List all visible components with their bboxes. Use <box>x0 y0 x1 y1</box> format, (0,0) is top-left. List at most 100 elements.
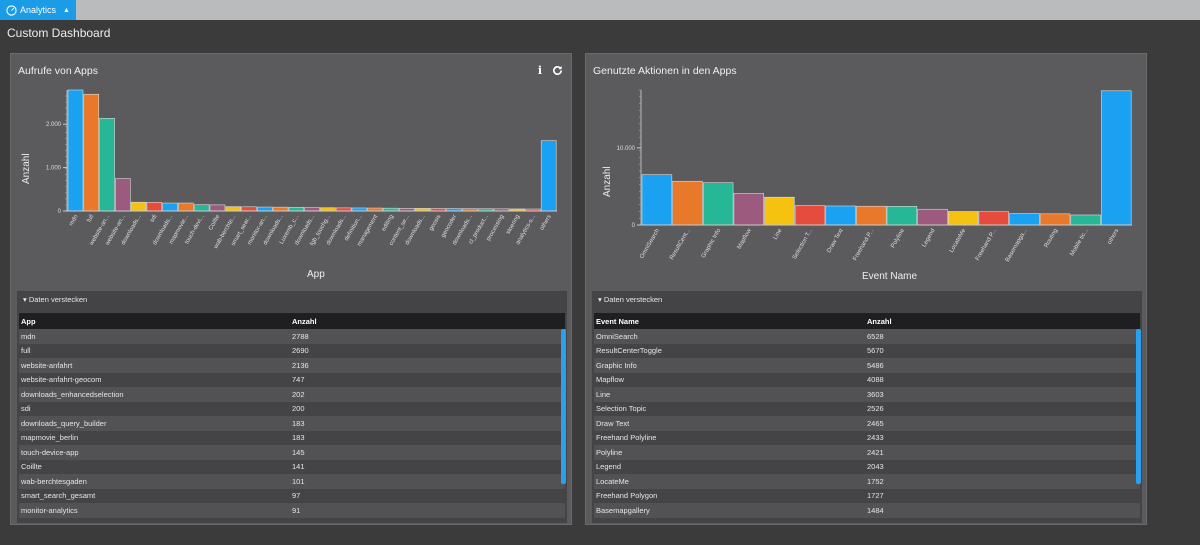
table-row[interactable]: Basemapgallery 1484 <box>594 503 1140 518</box>
x-tick-label: Polyline <box>890 227 906 249</box>
cell-count: 183 <box>292 418 305 428</box>
table-row[interactable]: mapmovie_berlin 183 <box>19 430 565 445</box>
bar[interactable] <box>764 196 795 226</box>
x-tick-label: Line <box>773 227 784 240</box>
cell-count: 2465 <box>867 418 884 428</box>
cell-name: Line <box>596 389 611 399</box>
table-row[interactable]: Graphic Info 5486 <box>594 358 1140 373</box>
bar[interactable] <box>540 140 557 212</box>
tab-label: Analytics <box>20 5 57 15</box>
bar[interactable] <box>978 211 1010 226</box>
data-table: Event Name Anzahl OmniSearch 6528 ResultCe… <box>594 313 1140 518</box>
table-row[interactable]: monitor-analytics 91 <box>19 503 565 518</box>
y-tick-label: 1.000 <box>46 166 62 172</box>
table-row[interactable]: Freehand Polyline 2433 <box>594 430 1140 445</box>
refresh-icon[interactable] <box>552 65 563 76</box>
tab-analytics[interactable]: Analytics ▲ <box>0 0 76 20</box>
cell-name: full <box>21 346 31 356</box>
bar-chart: 0 10.000 OmniSearch ResultCent... Graphic In… <box>617 89 1132 263</box>
bar[interactable] <box>1039 213 1071 226</box>
cell-count: 2136 <box>292 360 309 370</box>
bar[interactable] <box>241 206 257 212</box>
bar[interactable] <box>272 206 289 212</box>
bar[interactable] <box>672 180 703 226</box>
info-icon[interactable]: i <box>538 64 542 77</box>
bar[interactable] <box>193 204 210 212</box>
table-row[interactable]: Line 3603 <box>594 387 1140 402</box>
bar[interactable] <box>825 205 856 226</box>
column-header-count[interactable]: Anzahl <box>867 317 1127 326</box>
cell-name: mapmovie_berlin <box>21 433 79 443</box>
bar[interactable] <box>702 182 734 226</box>
cell-count: 747 <box>292 375 305 385</box>
column-header-count[interactable]: Anzahl <box>292 317 552 326</box>
column-header-app[interactable]: App <box>19 317 292 326</box>
cell-name: ResultCenterToggle <box>596 346 662 356</box>
cell-name: LocateMe <box>596 476 629 486</box>
table-row[interactable]: website-anfahrt-geocom 747 <box>19 372 565 387</box>
bar[interactable] <box>225 206 242 212</box>
cell-name: website-anfahrt <box>21 360 73 370</box>
cell-count: 2433 <box>867 433 884 443</box>
bar[interactable] <box>146 202 163 212</box>
table-row[interactable]: downloads_enhancedselection 202 <box>19 387 565 402</box>
table-row[interactable]: OmniSearch 6528 <box>594 329 1140 344</box>
x-tick-label: Routing <box>1044 228 1060 249</box>
bar[interactable] <box>733 193 765 226</box>
bar[interactable] <box>856 205 887 226</box>
table-row[interactable]: downloads_query_builder 183 <box>19 416 565 431</box>
cell-count: 2421 <box>867 447 884 457</box>
bar[interactable] <box>641 174 673 226</box>
table-row[interactable]: Selection Topic 2526 <box>594 401 1140 416</box>
cell-name: Freehand Polygon <box>596 491 658 501</box>
bar[interactable] <box>288 207 305 212</box>
bar[interactable] <box>1009 213 1040 226</box>
table-row[interactable]: Freehand Polygon 1727 <box>594 488 1140 503</box>
table-row[interactable]: smart_search_gesamt 97 <box>19 488 565 503</box>
bar[interactable] <box>162 202 178 212</box>
hide-data-toggle[interactable]: ▾ Daten verstecken <box>23 295 87 304</box>
bar[interactable] <box>99 117 115 212</box>
scrollbar[interactable] <box>561 329 566 484</box>
table-row[interactable]: full 2690 <box>19 343 565 358</box>
table-row[interactable]: Mapflow 4088 <box>594 372 1140 387</box>
table-row[interactable]: mdn 2788 <box>19 329 565 344</box>
bar[interactable] <box>115 178 131 212</box>
x-tick-label: others <box>1107 228 1121 245</box>
hide-data-toggle[interactable]: ▾ Daten verstecken <box>598 295 662 304</box>
column-header-event-name[interactable]: Event Name <box>594 317 867 326</box>
bar[interactable] <box>256 206 273 212</box>
bar[interactable] <box>794 205 826 226</box>
bar[interactable] <box>83 93 100 212</box>
bar[interactable] <box>130 201 147 212</box>
table-row[interactable]: LocateMe 1752 <box>594 474 1140 489</box>
x-tick-label: Legend <box>921 228 936 248</box>
table-row[interactable]: touch-device-app 145 <box>19 445 565 460</box>
cell-name: touch-device-app <box>21 447 79 457</box>
table-row[interactable]: Coillte 141 <box>19 459 565 474</box>
bar[interactable] <box>947 211 979 226</box>
table-row[interactable]: ResultCenterToggle 5670 <box>594 343 1140 358</box>
bar[interactable] <box>1070 214 1101 226</box>
table-row[interactable]: Draw Text 2465 <box>594 416 1140 431</box>
table-row[interactable]: website-anfahrt 2136 <box>19 358 565 373</box>
bar[interactable] <box>209 204 226 212</box>
bar[interactable] <box>886 206 918 226</box>
y-tick-label: 10.000 <box>617 146 636 152</box>
table-row[interactable]: Legend 2043 <box>594 459 1140 474</box>
bar[interactable] <box>917 208 948 226</box>
cell-name: smart_search_gesamt <box>21 491 96 501</box>
bar[interactable] <box>1101 90 1132 226</box>
panel-app-calls: Aufrufe von Apps i 0 1.000 2.000 mdn full web… <box>10 53 572 525</box>
bar[interactable] <box>304 207 320 212</box>
cell-count: 145 <box>292 447 305 457</box>
table-row[interactable]: Polyline 2421 <box>594 445 1140 460</box>
cell-name: Draw Text <box>596 418 630 428</box>
scrollbar[interactable] <box>1136 329 1141 484</box>
data-table: App Anzahl mdn 2788 full 2690 website-anfahr… <box>19 313 565 518</box>
x-tick-label: Mobile tic... <box>1069 228 1090 258</box>
bar[interactable] <box>178 202 194 212</box>
bar[interactable] <box>67 89 84 212</box>
table-row[interactable]: sdi 200 <box>19 401 565 416</box>
table-row[interactable]: wab-berchtesgaden 101 <box>19 474 565 489</box>
